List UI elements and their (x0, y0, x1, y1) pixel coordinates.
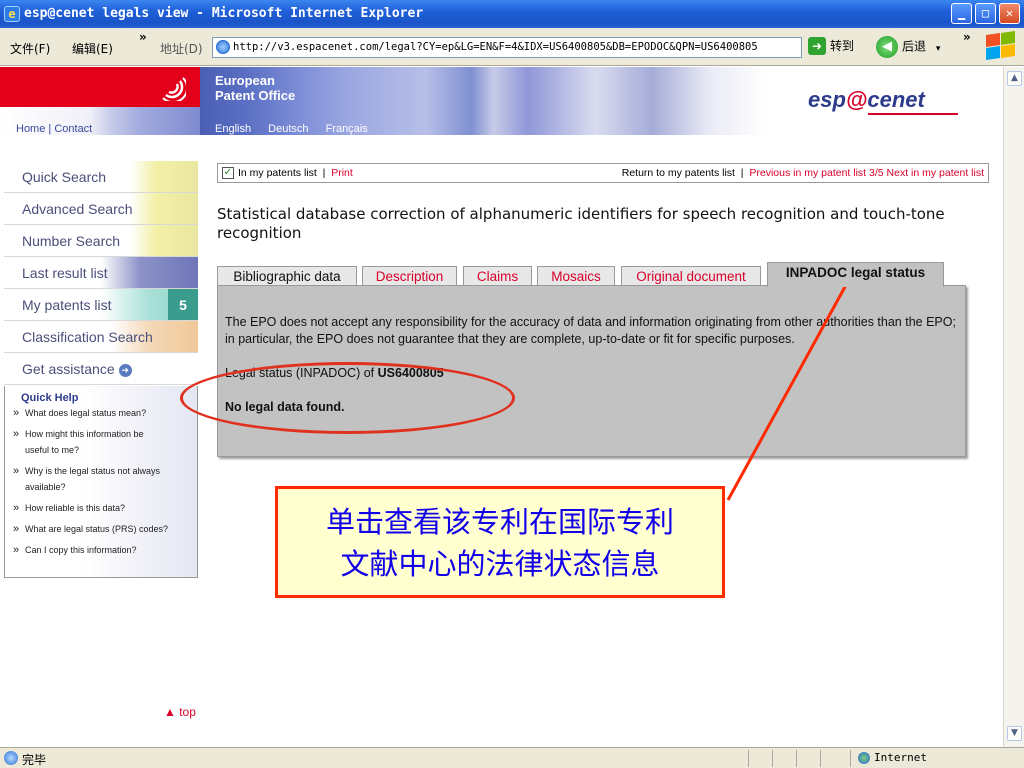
address-label: 地址(D) (160, 42, 203, 56)
in-my-patents-label: In my patents list (238, 167, 317, 179)
help-link-copy[interactable]: Can I copy this information? (13, 542, 199, 558)
print-link[interactable]: Print (331, 167, 353, 179)
nav-get-assistance-label: Get assistance (22, 361, 115, 377)
tab-mosaics[interactable]: Mosaics (537, 266, 615, 286)
epo-logo-icon (162, 77, 186, 101)
my-patents-count-badge: 5 (168, 289, 198, 320)
arrow-right-circle-icon: ➜ (118, 363, 132, 377)
security-zone: Internet (858, 751, 927, 764)
nav-advanced-search[interactable]: Advanced Search (4, 193, 198, 225)
patent-list-bar: ✓ In my patents list | Print Return to m… (217, 163, 989, 183)
nav-get-assistance[interactable]: Get assistance ➜ (4, 353, 198, 385)
ie-status-icon (4, 751, 18, 765)
epo-name-line2: Patent Office (215, 88, 296, 103)
help-link-legal-status-meaning[interactable]: What does legal status mean? (13, 405, 199, 421)
page-icon (216, 40, 230, 54)
ie-app-icon: e (4, 6, 20, 22)
go-arrow-icon: ➜ (808, 37, 826, 55)
highlight-ellipse (180, 362, 515, 434)
patent-position: 3/5 (869, 167, 884, 179)
address-url[interactable]: http://v3.espacenet.com/legal?CY=ep&LG=E… (233, 41, 758, 53)
browser-toolbar: 文件(F) 编辑(E) » 地址(D) http://v3.espacenet.… (0, 28, 1024, 66)
patent-bar-left: In my patents list | Print (238, 167, 353, 179)
internet-globe-icon (858, 752, 870, 764)
contact-link[interactable]: Contact (54, 123, 92, 135)
tab-inpadoc-legal-status[interactable]: INPADOC legal status (767, 262, 944, 287)
nav-my-patents-label: My patents list (22, 297, 112, 313)
return-to-list-link[interactable]: Return to my patents list (622, 167, 735, 179)
document-tabs: Bibliographic data Description Claims Mo… (217, 262, 977, 287)
home-contact-links: Home | Contact (16, 123, 92, 135)
browser-status-bar: 完毕 Internet (0, 747, 1024, 768)
next-patent-link[interactable]: Next in my patent list (887, 167, 984, 179)
previous-patent-link[interactable]: Previous in my patent list (749, 167, 866, 179)
back-dropdown-icon[interactable]: ▾ (936, 44, 941, 54)
maximize-button[interactable]: □ (975, 3, 996, 24)
go-label: 转到 (830, 39, 855, 53)
home-link[interactable]: Home (16, 123, 45, 135)
nav-number-search[interactable]: Number Search (4, 225, 198, 257)
window-title: esp@cenet legals view - Microsoft Intern… (24, 6, 424, 21)
patent-bar-right: Return to my patents list | Previous in … (621, 167, 984, 179)
epo-name: European Patent Office (215, 73, 295, 103)
help-link-usefulness[interactable]: How might this information be useful to … (13, 426, 165, 458)
espacenet-logo[interactable]: esp@cenet (808, 87, 958, 115)
tab-description[interactable]: Description (362, 266, 457, 286)
help-link-availability[interactable]: Why is the legal status not always avail… (13, 463, 189, 495)
patent-title: Statistical database correction of alpha… (217, 205, 945, 242)
disclaimer-text: The EPO does not accept any responsibili… (225, 315, 956, 346)
lang-deutsch[interactable]: Deutsch (268, 123, 308, 135)
epo-name-line1: European (215, 73, 275, 88)
back-label: 后退 (902, 39, 927, 54)
epo-red-band (0, 67, 200, 107)
menu-file[interactable]: 文件(F) (10, 40, 50, 57)
nav-last-result-list[interactable]: Last result list (4, 257, 198, 289)
annotation-callout: 单击查看该专利在国际专利 文献中心的法律状态信息 (275, 486, 725, 598)
scroll-down-icon[interactable]: ▼ (1007, 726, 1022, 741)
lang-francais[interactable]: Français (326, 123, 368, 135)
in-my-patents-checkbox[interactable]: ✓ (222, 167, 234, 179)
language-links: English Deutsch Français (215, 123, 382, 135)
nav-quick-search[interactable]: Quick Search (4, 161, 198, 193)
nav-classification-search[interactable]: Classification Search (4, 321, 198, 353)
address-bar[interactable]: http://v3.espacenet.com/legal?CY=ep&LG=E… (212, 37, 802, 58)
help-link-reliability[interactable]: How reliable is this data? (13, 500, 199, 516)
menu-edit[interactable]: 编辑(E) (72, 40, 113, 57)
main-content: ✓ In my patents list | Print Return to m… (217, 163, 989, 457)
link-separator: | (48, 123, 52, 135)
back-to-top-link[interactable]: ▲ top (164, 705, 196, 719)
back-button[interactable]: ◀ 后退 ▾ (876, 36, 940, 58)
windows-logo-icon (984, 31, 1018, 62)
back-arrow-icon: ◀ (876, 36, 898, 58)
callout-line2: 文献中心的法律状态信息 (340, 547, 660, 581)
menu-overflow-chevron[interactable]: » (139, 30, 147, 44)
lang-english[interactable]: English (215, 123, 251, 135)
tab-original-document[interactable]: Original document (621, 266, 761, 286)
quick-help-title: Quick Help (21, 392, 79, 404)
tab-bibliographic-data[interactable]: Bibliographic data (217, 266, 357, 286)
go-button[interactable]: ➜ 转到 (808, 37, 854, 55)
left-navigation: Quick Search Advanced Search Number Sear… (4, 161, 198, 578)
nav-my-patents-list[interactable]: My patents list 5 (4, 289, 198, 321)
vertical-scrollbar[interactable]: ▲ ▼ (1003, 67, 1024, 747)
callout-line1: 单击查看该专利在国际专利 (325, 505, 674, 539)
toolbar-overflow-chevron[interactable]: » (963, 30, 971, 44)
help-link-prs-codes[interactable]: What are legal status (PRS) codes? (13, 521, 199, 537)
status-text: 完毕 (22, 753, 47, 767)
close-button[interactable]: ✕ (999, 3, 1020, 24)
minimize-button[interactable]: ▁ (951, 3, 972, 24)
scroll-up-icon[interactable]: ▲ (1007, 71, 1022, 86)
tab-claims[interactable]: Claims (463, 266, 532, 286)
window-title-bar: e esp@cenet legals view - Microsoft Inte… (0, 0, 1024, 28)
quick-help-box: Quick Help What does legal status mean? … (4, 386, 198, 578)
